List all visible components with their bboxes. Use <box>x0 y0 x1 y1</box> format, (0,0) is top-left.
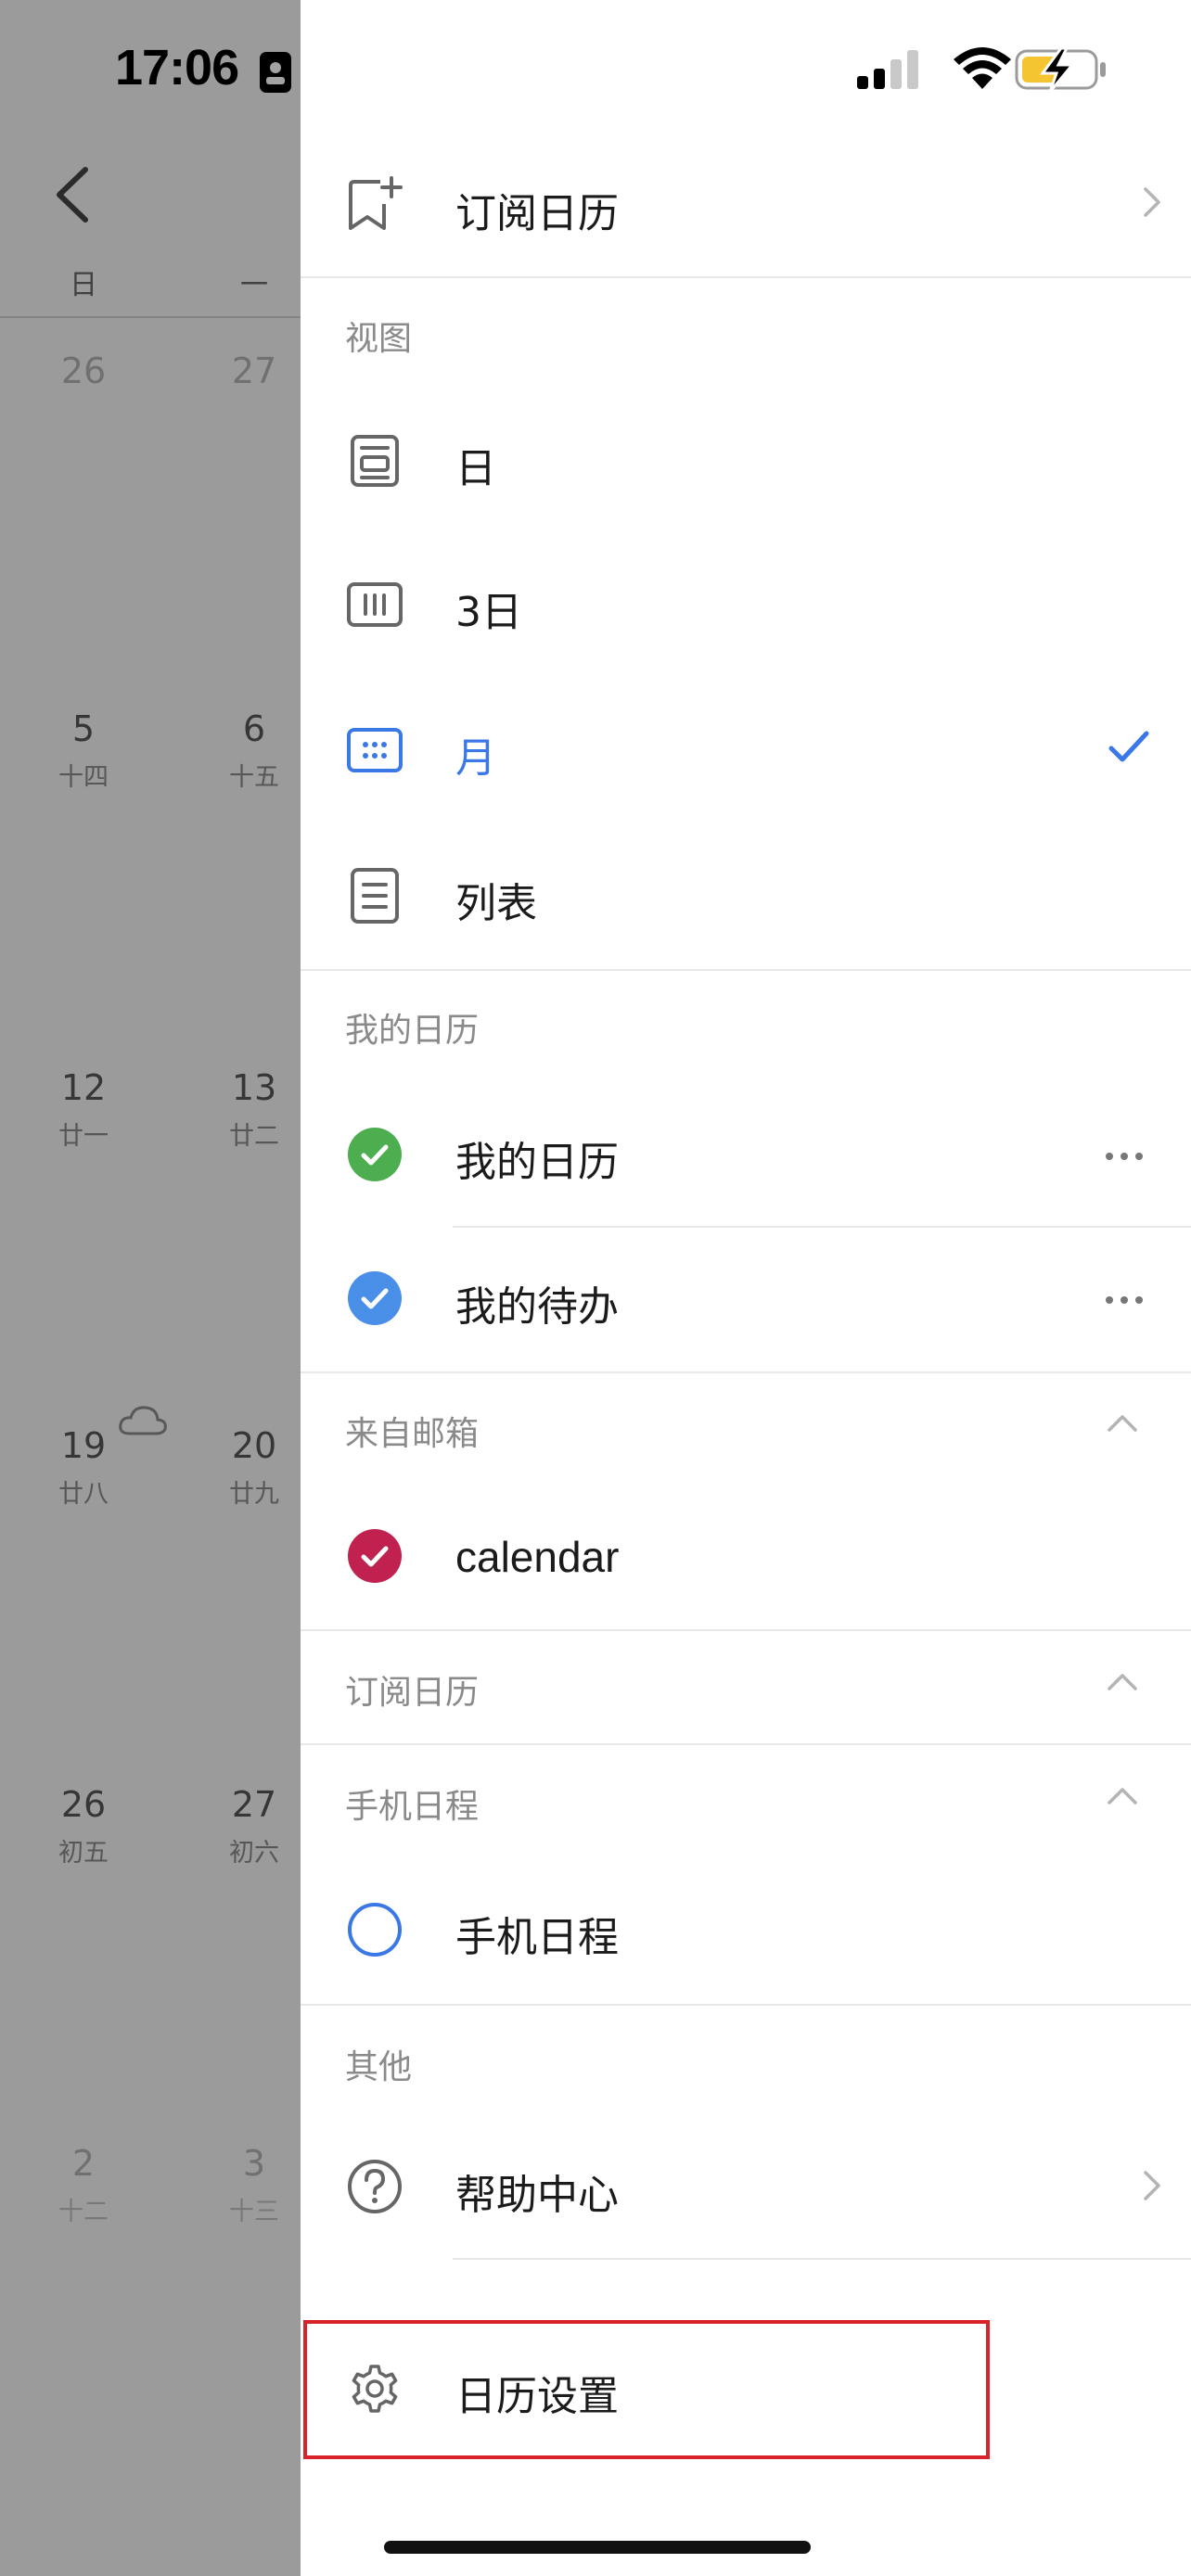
chevron-up-icon <box>1108 1788 1137 1804</box>
day-view-icon <box>351 435 399 487</box>
chevron-up-icon <box>1108 1674 1137 1690</box>
chevron-up-icon <box>1108 1415 1137 1432</box>
calendar-item-label: 我的待办 <box>455 1283 619 1331</box>
highlight-box <box>303 2320 990 2459</box>
calendar-item-label: 我的日历 <box>455 1139 619 1186</box>
home-indicator[interactable] <box>384 2541 811 2554</box>
view-item-list[interactable]: 列表 <box>301 827 1191 966</box>
chevron-right-icon <box>1144 187 1160 217</box>
view-section-title: 视图 <box>345 320 413 358</box>
view-item-label: 月 <box>455 734 496 782</box>
view-item-three-day[interactable]: 3日 <box>301 536 1191 675</box>
wifi-icon <box>954 47 1011 89</box>
list-view-icon <box>351 868 399 924</box>
view-item-label: 3日 <box>455 589 522 636</box>
battery-charging-icon <box>1015 46 1106 93</box>
subscribed-section-header[interactable]: 订阅日历 <box>301 1630 1191 1743</box>
view-item-label: 列表 <box>455 880 537 927</box>
my-calendars-section-title: 我的日历 <box>345 1012 480 1050</box>
empty-circle-icon[interactable] <box>347 1902 403 1958</box>
help-icon <box>348 2160 402 2213</box>
divider <box>301 2004 1191 2006</box>
phone-section-title: 手机日程 <box>345 1788 480 1826</box>
from-email-section-title: 来自邮箱 <box>345 1415 480 1453</box>
chevron-right-icon <box>1144 2171 1160 2200</box>
divider <box>301 969 1191 971</box>
more-options-icon[interactable] <box>1104 1294 1145 1306</box>
help-center-row[interactable]: 帮助中心 <box>301 2115 1191 2258</box>
cellular-signal-icon <box>857 50 918 89</box>
more-options-icon[interactable] <box>1104 1151 1145 1162</box>
checkmark-icon <box>1108 731 1149 762</box>
phone-section-header[interactable]: 手机日程 <box>301 1744 1191 1855</box>
help-center-label: 帮助中心 <box>455 2172 619 2219</box>
subscribe-calendar-label: 订阅日历 <box>455 190 619 237</box>
view-item-label: 日 <box>455 445 496 492</box>
divider <box>453 2258 1191 2260</box>
calendar-item-calendar[interactable]: calendar <box>301 1484 1191 1629</box>
blue-check-circle-icon[interactable] <box>347 1270 403 1326</box>
calendar-item-my-todos[interactable]: 我的待办 <box>301 1227 1191 1371</box>
view-item-day[interactable]: 日 <box>301 394 1191 529</box>
status-bar <box>857 46 1106 93</box>
calendar-item-my-calendar[interactable]: 我的日历 <box>301 1080 1191 1229</box>
three-day-view-icon <box>347 582 403 627</box>
month-view-icon <box>347 728 403 772</box>
subscribed-section-title: 订阅日历 <box>345 1674 480 1712</box>
calendar-item-phone[interactable]: 手机日程 <box>301 1855 1191 2004</box>
calendar-drawer: 订阅日历 视图 日 3日 月 列表 我的日历 我的日历 我的待办 来自邮箱 ca… <box>301 0 1191 2576</box>
green-check-circle-icon[interactable] <box>347 1127 403 1182</box>
calendar-item-label: 手机日程 <box>455 1914 619 1961</box>
subscribe-calendar-row[interactable]: 订阅日历 <box>301 156 1191 276</box>
divider <box>301 276 1191 278</box>
from-email-section-header[interactable]: 来自邮箱 <box>301 1372 1191 1484</box>
other-section-title: 其他 <box>345 2048 413 2086</box>
bookmark-add-icon <box>349 176 403 230</box>
red-check-circle-icon[interactable] <box>347 1528 403 1584</box>
view-item-month[interactable]: 月 <box>301 682 1191 821</box>
calendar-item-label: calendar <box>455 1533 620 1581</box>
